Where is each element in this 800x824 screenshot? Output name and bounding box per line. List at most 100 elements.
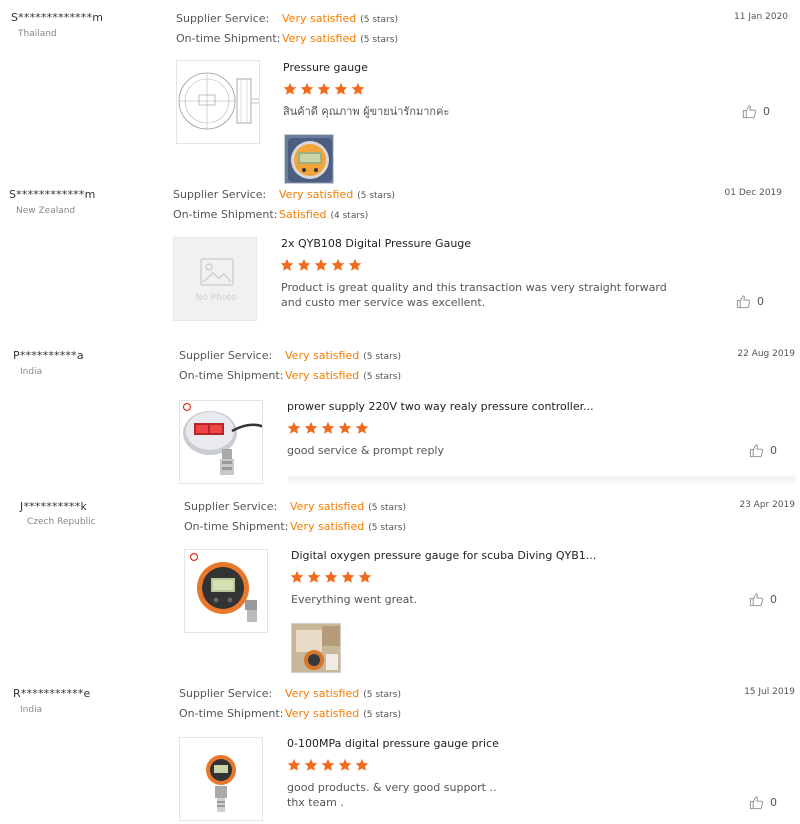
ontime-shipment-rating: On-time Shipment: Very satisfied (5 stars)	[176, 32, 398, 46]
supplier-service-value: Very satisfied	[285, 687, 360, 700]
star-icon	[280, 258, 294, 271]
review-date: 01 Dec 2019	[724, 188, 783, 198]
supplier-service-stars: (5 stars)	[363, 352, 401, 362]
star-icon	[334, 82, 348, 95]
supplier-service-rating: Supplier Service: Very satisfied (5 stars)	[179, 349, 401, 363]
review-comment: Everything went great.	[291, 593, 418, 606]
star-icon	[304, 758, 318, 771]
like-button[interactable]: 0	[736, 294, 764, 309]
product-title[interactable]: Pressure gauge	[283, 61, 368, 74]
review-item: S*************m Thailand Supplier Servic…	[0, 0, 800, 184]
review-comment: สินค้าดี คุณภาพ ผู้ขายน่ารักมากค่ะ	[283, 105, 450, 118]
supplier-service-value: Very satisfied	[282, 12, 357, 25]
like-count: 0	[770, 593, 777, 606]
product-thumbnail[interactable]	[184, 549, 268, 633]
star-icon	[338, 421, 352, 434]
ontime-shipment-label: On-time Shipment:	[184, 520, 289, 533]
star-icon	[341, 570, 355, 583]
ontime-shipment-stars: (5 stars)	[363, 710, 401, 720]
ontime-shipment-value: Satisfied	[279, 208, 327, 221]
ontime-shipment-rating: On-time Shipment: Very satisfied (5 stars)	[179, 369, 401, 383]
thumbs-up-icon	[749, 593, 764, 607]
review-date: 23 Apr 2019	[739, 500, 795, 510]
ontime-shipment-rating: On-time Shipment: Very satisfied (5 stars)	[184, 520, 406, 534]
buyer-name: R***********e	[13, 687, 91, 700]
like-button[interactable]: 0	[749, 592, 777, 607]
review-date: 22 Aug 2019	[737, 349, 795, 359]
buyer-country: India	[20, 367, 43, 377]
like-button[interactable]: 0	[742, 104, 770, 119]
product-thumbnail[interactable]	[179, 737, 263, 821]
supplier-service-value: Very satisfied	[279, 188, 354, 201]
star-icon	[324, 570, 338, 583]
product-title[interactable]: Digital oxygen pressure gauge for scuba …	[291, 549, 596, 562]
supplier-service-value: Very satisfied	[290, 500, 365, 513]
ontime-shipment-stars: (4 stars)	[330, 211, 369, 221]
star-icon	[287, 758, 301, 771]
buyer-name: J**********k	[20, 500, 88, 513]
ontime-shipment-label: On-time Shipment:	[176, 32, 281, 45]
supplier-service-label: Supplier Service:	[179, 687, 273, 700]
supplier-service-rating: Supplier Service: Very satisfied (5 stars)	[179, 687, 401, 701]
star-icon	[321, 758, 335, 771]
product-title[interactable]: 2x QYB108 Digital Pressure Gauge	[281, 237, 471, 250]
star-icon	[300, 82, 314, 95]
buyer-country: India	[20, 705, 43, 715]
product-thumbnail[interactable]	[179, 400, 263, 484]
product-title[interactable]: 0-100MPa digital pressure gauge price	[287, 737, 499, 750]
thumbs-up-icon	[736, 295, 751, 309]
like-button[interactable]: 0	[749, 443, 777, 458]
star-icon	[297, 258, 311, 271]
product-thumbnail[interactable]: No Photo	[173, 237, 257, 321]
supplier-service-label: Supplier Service:	[184, 500, 278, 513]
ontime-shipment-stars: (5 stars)	[363, 372, 401, 382]
like-button[interactable]: 0	[749, 795, 777, 810]
star-icon	[304, 421, 318, 434]
review-comment-line: thx team .	[287, 796, 344, 809]
star-icon	[321, 421, 335, 434]
ontime-shipment-value: Very satisfied	[285, 707, 360, 720]
star-icon	[314, 258, 328, 271]
ontime-shipment-label: On-time Shipment:	[179, 707, 284, 720]
no-photo-icon	[174, 238, 256, 320]
review-photo[interactable]	[291, 623, 341, 673]
thumbs-up-icon	[749, 444, 764, 458]
supplier-service-rating: Supplier Service: Very satisfied (5 stars)	[184, 500, 406, 514]
review-comment-line: good products. & very good support ..	[287, 781, 497, 794]
ontime-shipment-stars: (5 stars)	[368, 523, 406, 533]
ontime-shipment-label: On-time Shipment:	[179, 369, 284, 382]
product-rating-stars	[290, 570, 372, 585]
buyer-name: P**********a	[13, 349, 84, 362]
ontime-shipment-rating: On-time Shipment: Very satisfied (5 stars)	[179, 707, 401, 721]
ontime-shipment-value: Very satisfied	[285, 369, 360, 382]
star-icon	[351, 82, 365, 95]
ontime-shipment-rating: On-time Shipment: Satisfied (4 stars)	[173, 208, 368, 222]
review-item: P**********a India Supplier Service: Very…	[0, 340, 800, 490]
like-count: 0	[770, 796, 777, 809]
ontime-shipment-value: Very satisfied	[282, 32, 357, 45]
star-icon	[358, 570, 372, 583]
product-title[interactable]: prower supply 220V two way realy pressur…	[287, 400, 594, 413]
supplier-service-stars: (5 stars)	[360, 15, 398, 25]
supplier-service-rating: Supplier Service: Very satisfied (5 stars)	[176, 12, 398, 26]
ontime-shipment-value: Very satisfied	[290, 520, 365, 533]
buyer-country: Czech Republic	[27, 517, 96, 527]
ontime-shipment-stars: (5 stars)	[360, 35, 398, 45]
thumbs-up-icon	[749, 796, 764, 810]
review-photo[interactable]	[284, 134, 334, 184]
product-rating-stars	[280, 258, 362, 273]
star-icon	[348, 258, 362, 271]
product-thumbnail[interactable]	[176, 60, 260, 144]
review-item: R***********e India Supplier Service: Ver…	[0, 680, 800, 824]
star-icon	[290, 570, 304, 583]
like-count: 0	[757, 295, 764, 308]
supplier-service-rating: Supplier Service: Very satisfied (5 stars)	[173, 188, 395, 202]
buyer-name: S*************m	[11, 11, 104, 24]
product-rating-stars	[287, 421, 369, 436]
supplier-service-stars: (5 stars)	[363, 690, 401, 700]
review-date: 11 Jan 2020	[734, 12, 788, 22]
product-rating-stars	[283, 82, 365, 97]
star-icon	[307, 570, 321, 583]
review-item: J**********k Czech Republic Supplier Ser…	[0, 490, 800, 680]
supplier-service-label: Supplier Service:	[176, 12, 270, 25]
